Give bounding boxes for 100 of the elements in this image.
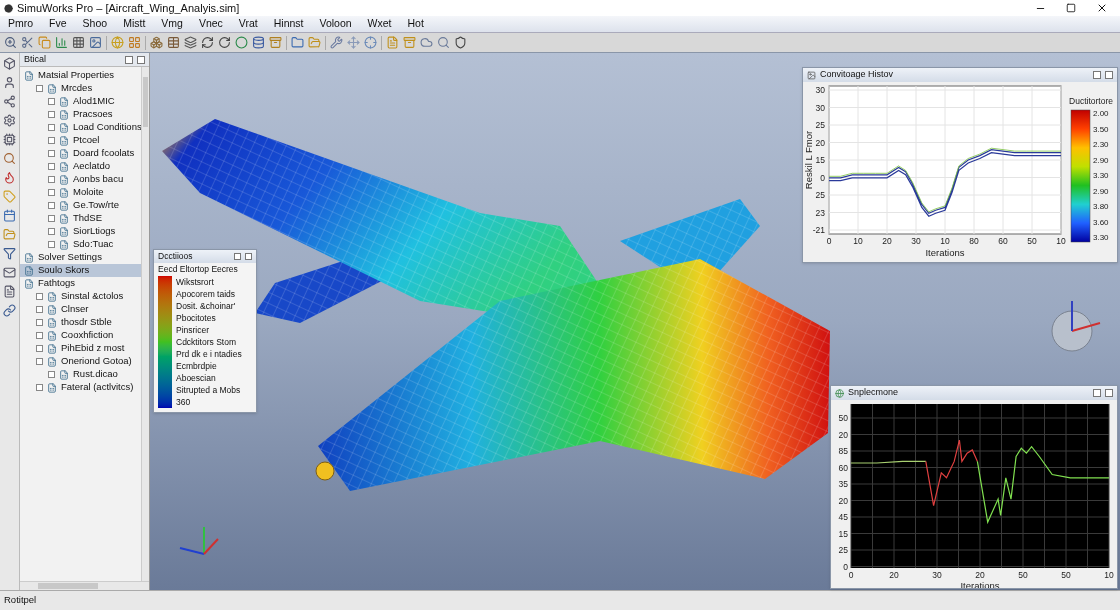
tree-item[interactable]: Soulo Skors: [20, 264, 141, 277]
grid-icon[interactable]: [128, 36, 141, 49]
tree-item[interactable]: SiorLtiogs: [20, 225, 141, 238]
restore-button[interactable]: [1093, 389, 1101, 397]
tree-item[interactable]: Clnser: [20, 303, 141, 316]
layers-icon[interactable]: [184, 36, 197, 49]
tree-item[interactable]: Solver Settings: [20, 251, 141, 264]
wrench-icon[interactable]: [330, 36, 343, 49]
scrollbar[interactable]: [141, 67, 149, 581]
archive-icon[interactable]: [403, 36, 416, 49]
scissors-icon[interactable]: [21, 36, 34, 49]
document-icon: [47, 291, 57, 302]
menu-item[interactable]: Pmro: [8, 16, 34, 32]
menu-item[interactable]: Fve: [49, 16, 67, 32]
image-icon[interactable]: [89, 36, 102, 49]
legend-heading: Eecd Eltortop Eecres: [157, 263, 239, 276]
search-icon[interactable]: [437, 36, 450, 49]
document-icon: [59, 239, 69, 250]
window-title: Dcctiioos: [158, 250, 194, 263]
tree-item[interactable]: ThdSE: [20, 212, 141, 225]
document-icon: [59, 226, 69, 237]
window-title: Snplecmone: [848, 386, 900, 400]
tree-item[interactable]: Load Conditions: [20, 121, 141, 134]
restore-button[interactable]: [234, 253, 241, 260]
axis-tick-label: 80: [969, 236, 979, 246]
panel-title: Btical: [24, 52, 47, 66]
tag-icon[interactable]: [3, 190, 16, 203]
tree-item[interactable]: Moloite: [20, 186, 141, 199]
bar-chart-icon[interactable]: [55, 36, 68, 49]
tree-item[interactable]: Cooxhfiction: [20, 329, 141, 342]
document-icon: [59, 187, 69, 198]
tree-item[interactable]: Oneriond Gotoa): [20, 355, 141, 368]
tree-item[interactable]: Fathtogs: [20, 277, 141, 290]
tree-item[interactable]: Sinstal &ctolos: [20, 290, 141, 303]
app-icon: [4, 3, 13, 13]
menu-item[interactable]: Shoo: [82, 16, 108, 32]
menu-item[interactable]: Vrat: [238, 16, 258, 32]
search-icon[interactable]: [3, 152, 16, 165]
axis-tick-label: 25: [815, 190, 825, 200]
menu-item[interactable]: Vnec: [198, 16, 223, 32]
refresh-icon[interactable]: [201, 36, 214, 49]
grid-icon[interactable]: [72, 36, 85, 49]
flame-icon[interactable]: [3, 171, 16, 184]
sphere-icon[interactable]: [235, 36, 248, 49]
tree-item[interactable]: Pracsoes: [20, 108, 141, 121]
window-title: SimuWorks Pro – [Aircraft_Wing_Analyis.sim]: [17, 0, 241, 16]
tree-item[interactable]: Alod1MIC: [20, 95, 141, 108]
close-button[interactable]: [1096, 2, 1108, 14]
gear-icon[interactable]: [3, 114, 16, 127]
tree-item[interactable]: Ptcoel: [20, 134, 141, 147]
menu-item[interactable]: Hot: [407, 16, 424, 32]
copy-icon[interactable]: [38, 36, 51, 49]
calendar-icon[interactable]: [3, 209, 16, 222]
tree-item[interactable]: Sdo:Tuac: [20, 238, 141, 251]
cube-icon[interactable]: [3, 57, 16, 70]
axis-triad-icon: [179, 526, 219, 555]
tree-item[interactable]: Rust.dicao: [20, 368, 141, 381]
move-icon[interactable]: [347, 36, 360, 49]
figure-icon[interactable]: [3, 76, 16, 89]
crosshair-icon[interactable]: [364, 36, 377, 49]
axis-tick-label: 50: [1027, 236, 1037, 246]
tree-item[interactable]: Doard fcoolats: [20, 147, 141, 160]
axis-tick-label: 85: [838, 446, 848, 456]
folder-icon[interactable]: [308, 36, 321, 49]
document-icon[interactable]: [3, 285, 16, 298]
filter-icon[interactable]: [3, 247, 16, 260]
restore-button[interactable]: [125, 55, 133, 64]
document-icon: [59, 135, 69, 146]
folder-icon[interactable]: [3, 228, 16, 241]
menu-item[interactable]: Vmg: [161, 16, 183, 32]
menu-item[interactable]: Wxet: [367, 16, 392, 32]
maximize-button[interactable]: [1066, 3, 1076, 13]
3d-viewport[interactable]: [150, 53, 1120, 590]
scrollbar[interactable]: [20, 581, 149, 590]
boxes-icon[interactable]: [150, 36, 163, 49]
link-icon[interactable]: [3, 304, 16, 317]
tree-item[interactable]: Aeclatdo: [20, 160, 141, 173]
table-icon[interactable]: [167, 36, 180, 49]
tree-item[interactable]: Ge.Tow/rte: [20, 199, 141, 212]
network-icon[interactable]: [3, 95, 16, 108]
menu-item[interactable]: Hinnst: [273, 16, 304, 32]
tree-item[interactable]: Mrcdes: [20, 82, 141, 95]
database-icon[interactable]: [252, 36, 265, 49]
restore-button[interactable]: [1093, 71, 1101, 79]
menu-item[interactable]: Mistt: [123, 16, 146, 32]
menu-item[interactable]: Voloon: [319, 16, 352, 32]
colorbar-tick-label: 3.30: [1093, 171, 1109, 180]
document-icon: [47, 356, 57, 367]
tree-item[interactable]: thosdr Stble: [20, 316, 141, 329]
archive-icon[interactable]: [269, 36, 282, 49]
tree-item[interactable]: Fateral (actlvitcs): [20, 381, 141, 394]
folder-icon[interactable]: [291, 36, 304, 49]
shield-icon[interactable]: [454, 36, 467, 49]
tree-item[interactable]: Matsial Properties: [20, 69, 141, 82]
axis-tick-label: 15: [815, 155, 825, 165]
tree-item[interactable]: Aonbs bacu: [20, 173, 141, 186]
cloud-icon[interactable]: [420, 36, 433, 49]
zoom-icon[interactable]: [4, 36, 17, 49]
tree-item[interactable]: PihEbid z most: [20, 342, 141, 355]
rotate-icon[interactable]: [218, 36, 231, 49]
